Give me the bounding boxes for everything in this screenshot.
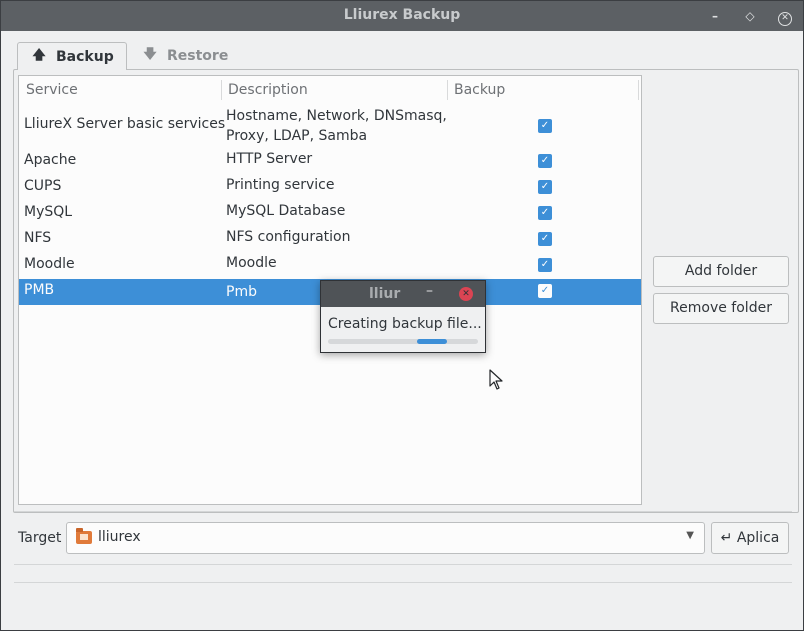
backup-checkbox[interactable]: ✓ [538,206,552,220]
status-bar-divider [14,582,792,583]
arrow-up-icon: 🡅 [32,47,46,63]
service-description: Printing service [226,177,335,193]
table-row[interactable]: LliureX Server basic services Hostname, … [19,104,641,148]
service-description: HTTP Server [226,151,313,167]
header-divider[interactable] [447,80,448,100]
tab-restore-label: Restore [167,48,229,64]
target-label: Target [18,530,62,546]
target-value: lliurex [98,529,141,545]
table-row[interactable]: CUPS Printing service ✓ [19,175,641,201]
header-divider [638,80,639,100]
service-name: Apache [24,152,77,168]
window-title: Lliurex Backup [343,7,461,23]
progress-fill [416,339,447,344]
backup-checkbox[interactable]: ✓ [538,232,552,246]
main-window: Lliurex Backup – ◇ ✕ 🡅 Backup 🡇 Restore … [0,0,804,631]
service-name: MySQL [24,204,73,220]
enter-icon: ↵ [720,530,733,546]
home-folder-icon [76,528,92,544]
backup-checkbox[interactable]: ✓ [538,180,552,194]
header-backup[interactable]: Backup [454,82,505,98]
header-service[interactable]: Service [26,82,78,98]
backup-checkbox[interactable]: ✓ [538,154,552,168]
service-name: CUPS [24,178,62,194]
divider [14,564,792,565]
backup-checkbox[interactable]: ✓ [538,284,552,298]
service-description: MySQL Database [226,203,346,219]
progress-message: Creating backup file... [328,316,482,332]
service-description: Moodle [226,255,277,271]
header-divider[interactable] [221,80,222,100]
progress-dialog: lliur – ✕ Creating backup file... [320,280,486,353]
table-row[interactable]: MySQL MySQL Database ✓ [19,201,641,227]
add-folder-button[interactable]: Add folder [653,256,789,287]
tab-backup[interactable]: 🡅 Backup [17,42,127,70]
table-row[interactable]: NFS NFS configuration ✓ [19,227,641,253]
chevron-down-icon: ▼ [686,530,694,541]
backup-checkbox[interactable]: ✓ [538,258,552,272]
apply-label: Aplica [736,530,780,546]
service-name: LliureX Server basic services [24,116,226,132]
progress-bar [328,339,478,344]
dialog-titlebar[interactable]: lliur – ✕ [321,281,485,307]
service-name: PMB [24,282,55,298]
close-icon: ✕ [778,12,792,26]
description-line: Proxy, LDAP, Samba [226,128,368,144]
dialog-close-icon[interactable]: ✕ [459,287,473,301]
service-description: NFS configuration [226,229,351,245]
arrow-down-icon: 🡇 [143,47,157,62]
tab-backup-label: Backup [56,48,114,65]
titlebar[interactable]: Lliurex Backup – ◇ ✕ [1,1,803,31]
minimize-icon: – [712,9,718,23]
service-description: Hostname, Network, DNSmasq, Proxy, LDAP,… [226,106,447,146]
service-name: Moodle [24,256,75,272]
close-button[interactable]: ✕ [777,8,793,26]
remove-folder-button[interactable]: Remove folder [653,293,789,324]
table-row[interactable]: Apache HTTP Server ✓ [19,149,641,175]
tab-restore[interactable]: 🡇 Restore [141,42,241,70]
service-name: NFS [24,230,52,246]
maximize-icon: ◇ [745,9,755,23]
minimize-button[interactable]: – [707,8,723,24]
maximize-button[interactable]: ◇ [742,8,758,24]
dialog-title: lliur [369,286,401,302]
apply-button[interactable]: ↵ Aplica [711,522,789,554]
table-row[interactable]: Moodle Moodle ✓ [19,253,641,279]
service-description: Pmb [226,284,257,300]
header-description[interactable]: Description [228,82,308,98]
target-select[interactable]: lliurex ▼ [66,522,705,554]
divider [14,511,792,512]
backup-checkbox[interactable]: ✓ [538,119,552,133]
description-line: Hostname, Network, DNSmasq, [226,108,447,124]
dialog-minimize-icon[interactable]: – [426,283,433,299]
table-header: Service Description Backup [19,76,641,104]
mouse-cursor-icon [489,369,503,390]
